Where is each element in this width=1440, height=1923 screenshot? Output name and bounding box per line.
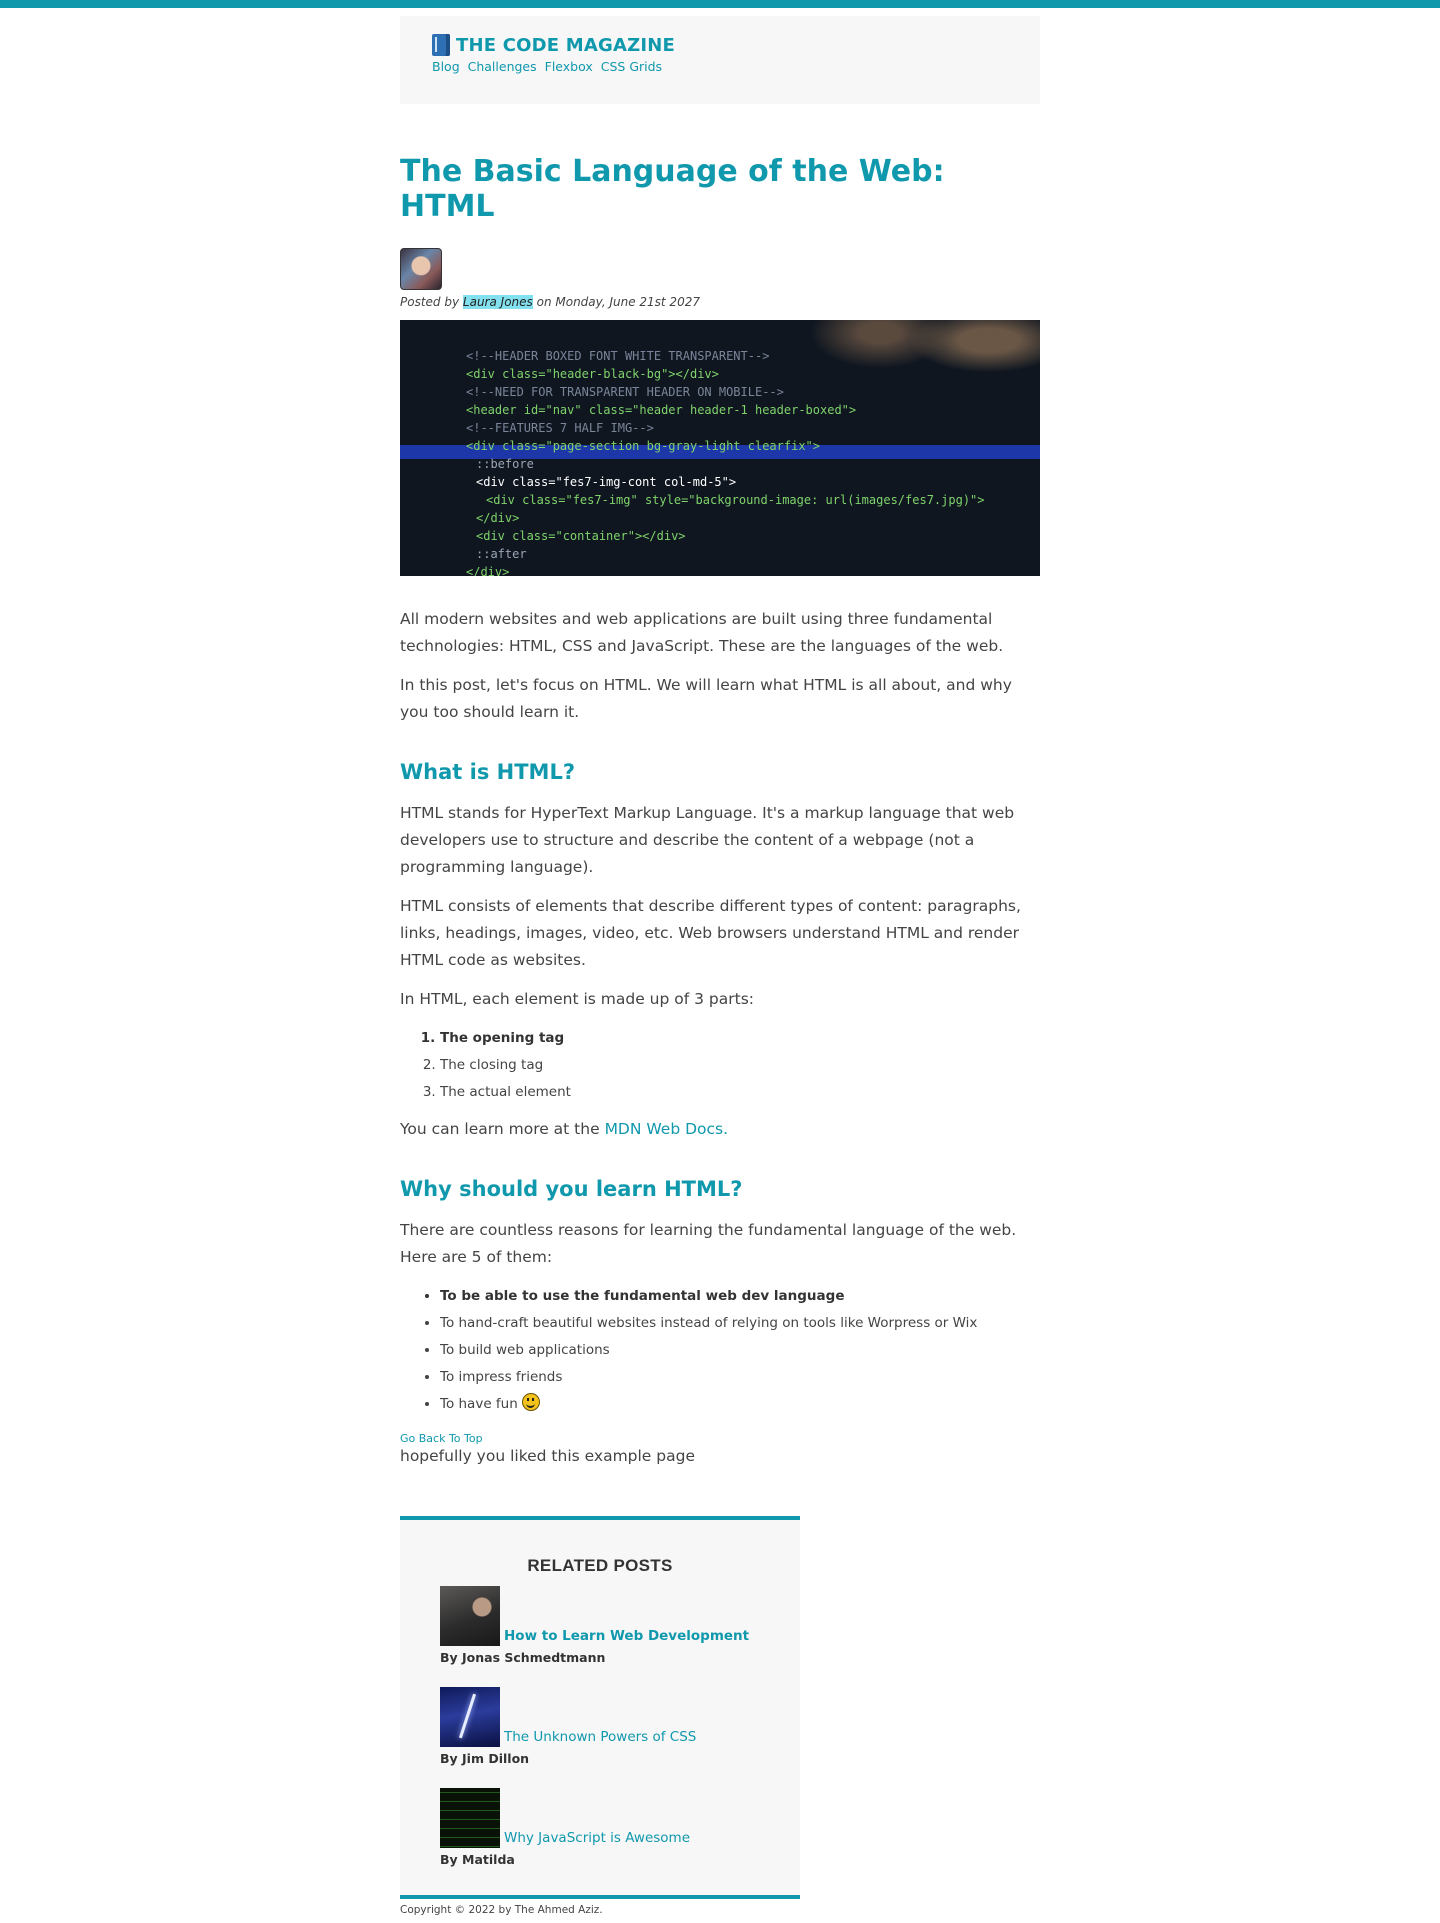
code-line: <div class="container"></div> (476, 529, 686, 543)
related-posts-heading: RELATED POSTS (527, 1556, 673, 1575)
html-parts-list: The opening tag The closing tag The actu… (400, 1025, 1040, 1106)
nav-link-flexbox[interactable]: Flexbox (545, 59, 593, 74)
list-item: The actual element (440, 1079, 1040, 1106)
smiley-emoji-icon (522, 1393, 541, 1411)
related-post: How to Learn Web Development By Jonas Sc… (440, 1586, 760, 1665)
related-post-link[interactable]: Why JavaScript is Awesome (504, 1830, 690, 1846)
code-line: <div class="page-section bg-gray-light c… (466, 439, 821, 453)
related-posts: RELATED POSTS How to Learn Web Developme… (400, 1516, 800, 1899)
back-to-top-link[interactable]: Go Back To Top (400, 1432, 1040, 1445)
nav-link-challenges[interactable]: Challenges (468, 59, 537, 74)
hero-image-code: <!--HEADER BOXED FONT WHITE TRANSPARENT-… (400, 320, 1040, 576)
mdn-link[interactable]: MDN Web Docs. (605, 1120, 729, 1138)
byline-prefix: Posted by (400, 295, 460, 309)
post-byline: Posted by Laura Jones on Monday, June 21… (400, 295, 1040, 309)
list-item: To hand-craft beautiful websites instead… (440, 1310, 1040, 1337)
intro-paragraph-2: In this post, let's focus on HTML. We wi… (400, 676, 1012, 721)
code-line: <!--HEADER BOXED FONT WHITE TRANSPARENT-… (466, 349, 770, 363)
footer-copyright: Copyright © 2022 by The Ahmed Aziz. (400, 1904, 603, 1916)
brand-name[interactable]: THE CODE MAGAZINE (456, 35, 675, 56)
article: The Basic Language of the Web: HTML Post… (400, 154, 1040, 1465)
post-thumbnail[interactable] (440, 1788, 500, 1848)
code-line: ::before (476, 457, 534, 471)
section1-paragraph-2: HTML consists of elements that describe … (400, 897, 1021, 969)
code-line: <div class="fes7-img-cont col-md-5"> (476, 475, 737, 489)
code-line: </div> (476, 511, 520, 525)
code-line: </div> (466, 565, 510, 576)
code-line: <!--NEED FOR TRANSPARENT HEADER ON MOBIL… (466, 385, 784, 399)
closing-text: hopefully you liked this example page (400, 1447, 695, 1465)
section1-paragraph-3: In HTML, each element is made up of 3 pa… (400, 990, 754, 1008)
list-item: The closing tag (440, 1052, 1040, 1079)
brand[interactable]: THE CODE MAGAZINE (432, 34, 1008, 56)
author-avatar (400, 248, 442, 290)
code-line: ::after (476, 547, 527, 561)
list-item: To be able to use the fundamental web de… (440, 1283, 1040, 1310)
main-nav: Blog Challenges Flexbox CSS Grids (432, 59, 1008, 74)
related-post: The Unknown Powers of CSS By Jim Dillon (440, 1687, 760, 1766)
reasons-list: To be able to use the fundamental web de… (400, 1283, 1040, 1418)
learn-more-paragraph: You can learn more at the MDN Web Docs. (400, 1116, 1040, 1143)
code-line: <!--FEATURES 7 HALF IMG--> (466, 421, 654, 435)
related-post-link[interactable]: The Unknown Powers of CSS (504, 1729, 696, 1745)
list-item: To build web applications (440, 1337, 1040, 1364)
list-item: To impress friends (440, 1364, 1040, 1391)
code-line: <header id="nav" class="header header-1 … (466, 403, 857, 417)
section-heading-why-learn: Why should you learn HTML? (400, 1177, 743, 1201)
list-item: To have fun (440, 1391, 1040, 1418)
author-name: Laura Jones (462, 295, 533, 309)
nav-link-blog[interactable]: Blog (432, 59, 460, 74)
related-post-link[interactable]: How to Learn Web Development (504, 1628, 749, 1644)
learn-more-text: You can learn more at the (400, 1120, 600, 1138)
post-thumbnail[interactable] (440, 1687, 500, 1747)
code-line: <div class="header-black-bg"></div> (466, 367, 719, 381)
page-container: THE CODE MAGAZINE Blog Challenges Flexbo… (400, 16, 1040, 1916)
code-line: <div class="fes7-img" style="background-… (486, 493, 985, 507)
book-icon (432, 34, 450, 56)
section1-paragraph-1: HTML stands for HyperText Markup Languag… (400, 804, 1015, 876)
site-header: THE CODE MAGAZINE Blog Challenges Flexbo… (400, 16, 1040, 104)
section-heading-what-is-html: What is HTML? (400, 760, 576, 784)
post-thumbnail[interactable] (440, 1586, 500, 1646)
related-post: Why JavaScript is Awesome By Matilda (440, 1788, 760, 1867)
article-title: The Basic Language of the Web: HTML (400, 154, 945, 224)
reason-text: To have fun (440, 1396, 518, 1412)
list-item: The opening tag (440, 1025, 1040, 1052)
section2-intro: There are countless reasons for learning… (400, 1221, 1017, 1266)
intro-paragraph-1: All modern websites and web applications… (400, 610, 1004, 655)
related-post-author: By Jim Dillon (440, 1751, 530, 1766)
related-post-author: By Matilda (440, 1852, 515, 1867)
post-date: on Monday, June 21st 2027 (536, 295, 700, 309)
nav-link-css-grids[interactable]: CSS Grids (601, 59, 662, 74)
related-post-author: By Jonas Schmedtmann (440, 1650, 606, 1665)
